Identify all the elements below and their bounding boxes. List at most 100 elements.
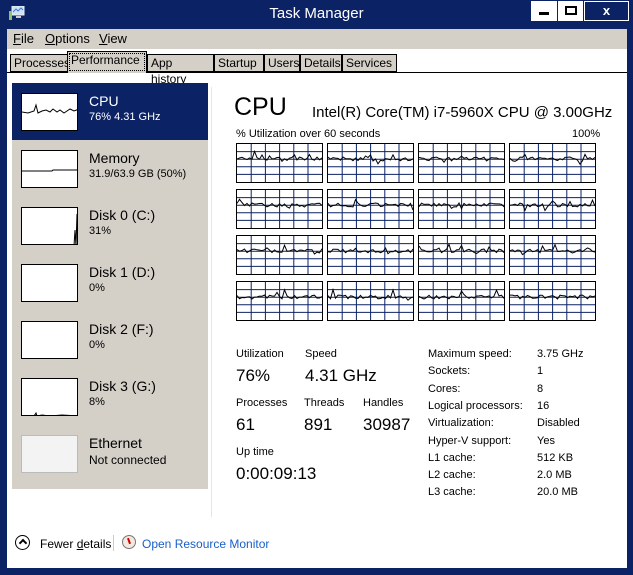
logical-processor-graph	[327, 235, 414, 275]
logical-processor-graph	[418, 143, 505, 183]
spec-value: 3.75 GHz	[537, 348, 584, 360]
cpu-model: Intel(R) Core(TM) i7-5960X CPU @ 3.00GHz	[312, 104, 613, 121]
spec-label: Hyper-V support:	[428, 434, 512, 447]
fewer-details-label: Fewer	[40, 537, 77, 551]
sidebar-item-memory[interactable]: Memory 31.9/63.9 GB (50%)	[12, 140, 208, 197]
sidebar-item-value: Not connected	[89, 453, 167, 467]
sidebar-divider[interactable]	[211, 87, 212, 517]
spec-label: Cores:	[428, 382, 461, 395]
sidebar-item-label: Disk 3 (G:)	[89, 378, 156, 394]
sidebar-item-disk-3[interactable]: Disk 3 (G:) 8%	[12, 368, 208, 425]
spec-label: Logical processors:	[428, 399, 523, 412]
logical-processor-graph	[236, 281, 323, 321]
sidebar-item-label: Disk 0 (C:)	[89, 207, 156, 223]
sidebar-item-disk-2[interactable]: Disk 2 (F:) 0%	[12, 311, 208, 368]
utilization-value: 76%	[236, 366, 271, 385]
cpu-mini-graph	[21, 93, 78, 131]
minimize-button[interactable]	[531, 1, 557, 21]
sidebar-item-cpu[interactable]: CPU 76% 4.31 GHz	[12, 83, 208, 140]
handles-label: Handles	[363, 397, 404, 409]
sidebar-item-label: Disk 1 (D:)	[89, 264, 156, 280]
sidebar-item-disk-1[interactable]: Disk 1 (D:) 0%	[12, 254, 208, 311]
uptime-value: 0:00:09:13	[236, 464, 317, 483]
tab-performance[interactable]: Performance	[67, 51, 147, 73]
tab-startup[interactable]: Startup	[214, 54, 264, 72]
menu-options-label: ptions	[55, 31, 90, 46]
menu-bar: File Options View	[7, 29, 627, 49]
logical-processor-graph	[509, 143, 596, 183]
threads-value: 891	[304, 415, 333, 434]
disk-2-mini-graph	[21, 321, 78, 359]
sidebar-item-ethernet[interactable]: Ethernet Not connected	[12, 425, 208, 482]
tab-strip: Processes Performance App history Startu…	[7, 49, 627, 86]
tab-services[interactable]: Services	[342, 54, 397, 72]
tab-details[interactable]: Details	[300, 54, 342, 72]
uptime-label: Up time	[236, 446, 274, 458]
close-button[interactable]: x	[584, 1, 629, 21]
menu-options-accel: O	[45, 31, 56, 46]
spec-label: Sockets:	[428, 365, 471, 378]
fewer-details-button[interactable]: Fewer details	[40, 537, 111, 551]
logical-processor-graph	[236, 143, 323, 183]
spec-label: Maximum speed:	[428, 348, 512, 360]
menu-file-label: ile	[20, 31, 34, 46]
sidebar-item-label: Disk 2 (F:)	[89, 321, 154, 337]
ethernet-mini-graph	[21, 435, 78, 473]
maximize-button[interactable]	[558, 1, 583, 21]
sidebar-item-value: 31%	[89, 225, 112, 237]
sidebar-item-label: Memory	[89, 150, 140, 166]
handles-value: 30987	[363, 415, 411, 434]
tab-app-history[interactable]: App history	[147, 54, 214, 86]
spec-label: L2 cache:	[428, 469, 476, 482]
graph-max-label: 100%	[572, 128, 601, 140]
memory-mini-graph	[21, 150, 78, 188]
spec-label: L3 cache:	[428, 486, 476, 499]
menu-file-accel: F	[13, 31, 21, 46]
graph-caption: % Utilization over 60 seconds	[236, 128, 381, 140]
footer-bar: Fewer details Open Resource Monitor	[7, 529, 627, 568]
logical-processor-graph	[509, 235, 596, 275]
tab-users[interactable]: Users	[264, 54, 300, 72]
resource-sidebar: CPU 76% 4.31 GHz Memory 31.9/63.9 GB (50…	[12, 83, 208, 489]
sidebar-item-value: 0%	[89, 282, 105, 294]
footer-divider	[113, 535, 114, 551]
sidebar-item-disk-0[interactable]: Disk 0 (C:) 31%	[12, 197, 208, 254]
spec-value: 8	[537, 382, 544, 395]
spec-value: Yes	[537, 434, 555, 447]
sidebar-item-value: 0%	[89, 339, 105, 351]
sidebar-item-label: CPU	[89, 93, 119, 109]
spec-value: Disabled	[537, 417, 580, 430]
disk-1-mini-graph	[21, 264, 78, 302]
logical-processor-graph	[418, 189, 505, 229]
spec-value: 1	[537, 365, 544, 378]
processes-value: 61	[236, 415, 255, 434]
tab-processes[interactable]: Processes	[10, 54, 70, 72]
utilization-label: Utilization	[236, 348, 284, 360]
fewer-details-label: etails	[83, 537, 112, 551]
processes-label: Processes	[236, 397, 288, 409]
threads-label: Threads	[304, 397, 345, 409]
sidebar-item-value: 76% 4.31 GHz	[89, 111, 161, 123]
resource-monitor-icon[interactable]	[122, 535, 136, 549]
logical-processor-graph	[236, 235, 323, 275]
logical-processor-graph	[509, 281, 596, 321]
logical-processor-graph	[327, 189, 414, 229]
menu-view-label: iew	[107, 31, 127, 46]
page-title: CPU	[234, 93, 287, 121]
logical-processor-graph	[509, 189, 596, 229]
menu-file[interactable]: File	[13, 31, 34, 46]
logical-processor-graph	[418, 235, 505, 275]
logical-processor-graph	[418, 281, 505, 321]
title-bar: Task Manager x	[0, 0, 633, 29]
sidebar-item-label: Ethernet	[89, 435, 142, 451]
speed-value: 4.31 GHz	[305, 366, 377, 385]
menu-options[interactable]: Options	[45, 31, 90, 46]
open-resource-monitor-link[interactable]: Open Resource Monitor	[142, 537, 269, 551]
spec-value: 16	[537, 399, 550, 412]
spec-value: 2.0 MB	[537, 469, 572, 482]
chevron-up-icon[interactable]	[15, 535, 30, 550]
sidebar-item-value: 31.9/63.9 GB (50%)	[89, 168, 187, 180]
spec-label: L1 cache:	[428, 451, 476, 464]
speed-label: Speed	[305, 348, 337, 360]
menu-view[interactable]: View	[99, 31, 127, 46]
